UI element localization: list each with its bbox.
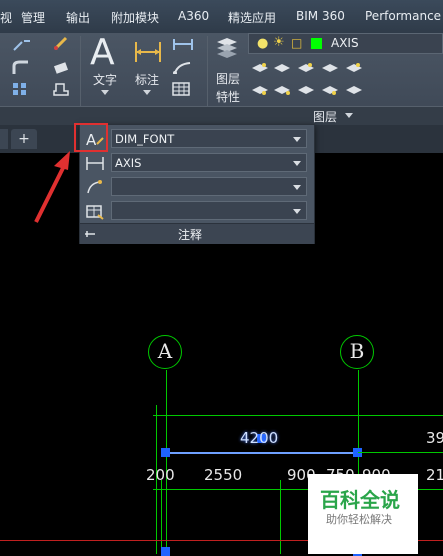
text-icon[interactable]: A (90, 33, 122, 73)
brush-icon[interactable] (52, 36, 70, 50)
multileader-style-row (80, 176, 314, 198)
extension-line (280, 480, 281, 554)
table-style-dropdown[interactable] (111, 201, 307, 220)
current-layer-name: AXIS (331, 36, 359, 50)
menu-addins[interactable]: 附加模块 (111, 9, 159, 26)
dim-text-4200[interactable]: 4200 (240, 429, 278, 447)
text-style-value: DIM_FONT (115, 132, 175, 146)
layers-panel-label[interactable]: 图层 (313, 108, 337, 125)
menu-a360[interactable]: A360 (178, 9, 209, 23)
text-button-label[interactable]: 文字 (93, 71, 117, 88)
dim-dropdown-icon[interactable] (143, 90, 151, 95)
dimension-icon[interactable] (133, 38, 163, 66)
watermark-subtitle: 助你轻松解决 (326, 513, 392, 526)
new-tab-plus-icon[interactable]: + (11, 129, 37, 149)
table-style-icon[interactable] (84, 202, 106, 220)
highlight-box (74, 123, 108, 152)
axis-bubble-b: B (340, 335, 374, 369)
extension-line (161, 480, 162, 554)
selected-dimension-line[interactable] (166, 452, 358, 454)
layer-properties-icon[interactable] (214, 36, 240, 64)
layer-dropdown[interactable]: ● ☀ □ AXIS (248, 33, 443, 54)
menu-output[interactable]: 输出 (66, 9, 90, 26)
dim-text: 200 (146, 466, 175, 484)
dim-style-row: AXIS (80, 152, 314, 174)
pin-icon[interactable] (84, 229, 96, 239)
menu-bim360[interactable]: BIM 360 (296, 9, 345, 23)
eraser-icon[interactable] (52, 60, 70, 74)
dim-style-value: AXIS (115, 156, 142, 170)
dim-style-icon[interactable] (84, 154, 106, 172)
unlock-icon[interactable]: □ (291, 36, 302, 50)
file-tab[interactable] (0, 129, 8, 149)
table-style-row (80, 200, 314, 222)
layer-tools-row2 (252, 86, 362, 95)
stamp-icon[interactable] (52, 82, 70, 96)
dim-style-dropdown[interactable]: AXIS (111, 153, 307, 172)
annotation-panel: A DIM_FONT AXIS 注释 (79, 124, 315, 244)
sun-icon[interactable]: ☀ (273, 35, 285, 50)
axis-bubble-a: A (148, 335, 182, 369)
layer-props-label-2[interactable]: 特性 (216, 88, 240, 105)
chevron-down-icon[interactable] (293, 185, 301, 190)
menu-featured-apps[interactable]: 精选应用 (228, 9, 276, 26)
dim-text: 39 (426, 429, 443, 447)
dimension-grip[interactable] (161, 448, 170, 457)
annotation-panel-footer: 注释 (80, 223, 314, 244)
leader-icon[interactable] (172, 60, 196, 74)
red-arrow-icon (34, 151, 70, 223)
dimension-line-upper (358, 452, 443, 453)
menu-performance[interactable]: Performance (365, 9, 441, 23)
watermark: 百科全说 助你轻松解决 (308, 474, 418, 554)
menu-view[interactable]: 视 (0, 9, 12, 26)
line-icon[interactable] (12, 38, 32, 52)
multileader-style-icon[interactable] (84, 178, 106, 196)
chevron-down-icon[interactable] (293, 209, 301, 214)
table-icon[interactable] (172, 82, 192, 96)
linear-dim-icon[interactable] (172, 37, 196, 51)
layers-dropdown-icon[interactable] (345, 113, 353, 118)
extension-line (153, 415, 443, 416)
layer-color-swatch (311, 38, 322, 49)
multileader-style-dropdown[interactable] (111, 177, 307, 196)
array-icon[interactable] (12, 82, 30, 96)
menu-manage[interactable]: 管理 (21, 9, 45, 26)
axis-line-a (166, 370, 167, 554)
dim-text: 21 (426, 466, 443, 484)
ribbon-panel-footer (0, 106, 443, 125)
axis-label-b: B (349, 339, 365, 363)
layer-tools-row1 (252, 63, 362, 72)
dimension-grip[interactable] (161, 547, 170, 556)
text-dropdown-icon[interactable] (101, 90, 109, 95)
axis-label-a: A (157, 339, 173, 363)
chevron-down-icon[interactable] (293, 161, 301, 166)
chevron-down-icon[interactable] (293, 137, 301, 142)
watermark-title: 百科全说 (320, 488, 400, 512)
text-style-dropdown[interactable]: DIM_FONT (111, 129, 307, 148)
dim-text: 2550 (204, 466, 243, 484)
text-style-row: A DIM_FONT (80, 128, 314, 150)
annotation-panel-label: 注释 (178, 228, 203, 242)
menu-bar: 视 管理 输出 附加模块 A360 精选应用 BIM 360 Performan… (0, 0, 443, 34)
fillet-icon[interactable] (12, 60, 30, 74)
dim-button-label[interactable]: 标注 (135, 71, 159, 88)
bulb-icon[interactable]: ● (257, 36, 268, 51)
layer-props-label-1[interactable]: 图层 (216, 70, 240, 87)
